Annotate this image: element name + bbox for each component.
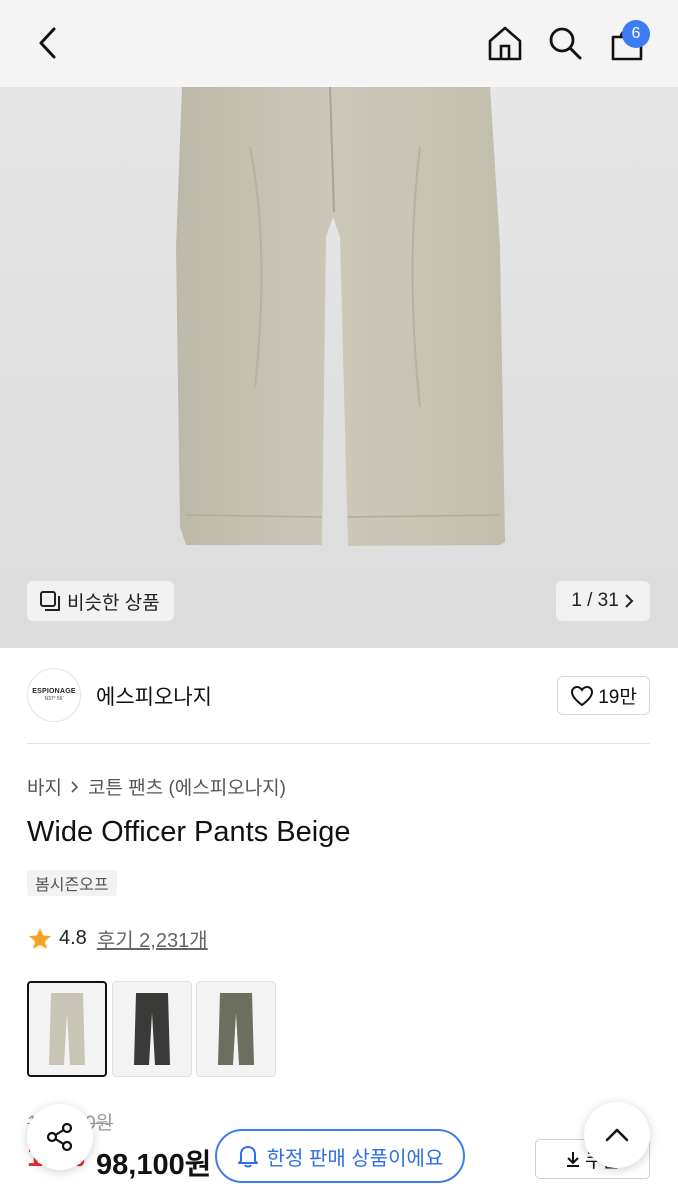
limited-sale-label: 한정 판매 상품이에요 bbox=[266, 1147, 444, 1170]
top-app-bar bbox=[0, 0, 678, 87]
home-icon bbox=[488, 26, 522, 61]
breadcrumb-subcategory[interactable]: 코튼 팬츠 (에스피오나지) bbox=[88, 773, 286, 800]
search-button[interactable] bbox=[542, 20, 588, 66]
rating-score: 4.8 bbox=[59, 927, 87, 949]
cart-count-badge: 6 bbox=[622, 20, 650, 48]
color-option-black[interactable] bbox=[112, 981, 192, 1077]
share-icon bbox=[46, 1122, 73, 1152]
pants-thumbnail bbox=[49, 993, 85, 1065]
brand-name-link[interactable]: 에스피오나지 bbox=[96, 681, 212, 711]
color-option-olive[interactable] bbox=[196, 981, 276, 1077]
bell-icon bbox=[237, 1146, 258, 1168]
image-counter-text: 1 / 31 bbox=[571, 590, 619, 611]
brand-logo-subtext: N37° 56' bbox=[44, 696, 64, 702]
back-button[interactable] bbox=[25, 20, 71, 66]
like-count: 19만 bbox=[598, 687, 637, 708]
image-counter[interactable]: 1 / 31 bbox=[556, 581, 650, 621]
heart-icon bbox=[571, 685, 594, 706]
like-button[interactable]: 19만 bbox=[557, 676, 650, 715]
rating-row: 4.8 후기 2,231개 bbox=[27, 924, 208, 953]
chevron-up-icon bbox=[605, 1128, 629, 1142]
search-icon bbox=[549, 27, 582, 60]
similar-products-button[interactable]: 비슷한 상품 bbox=[27, 581, 174, 621]
divider bbox=[27, 743, 650, 744]
chevron-right-icon bbox=[625, 594, 634, 608]
similar-products-label: 비슷한 상품 bbox=[67, 592, 160, 614]
limited-sale-banner[interactable]: 한정 판매 상품이에요 bbox=[215, 1129, 465, 1183]
product-title: Wide Officer Pants Beige bbox=[27, 816, 351, 848]
similar-items-icon bbox=[40, 591, 60, 611]
scroll-to-top-button[interactable] bbox=[584, 1102, 650, 1168]
star-icon bbox=[29, 927, 51, 949]
home-button[interactable] bbox=[482, 20, 528, 66]
color-option-beige[interactable] bbox=[27, 981, 107, 1077]
download-icon bbox=[567, 1152, 580, 1167]
brand-logo-text: ESPIONAGE bbox=[32, 688, 76, 695]
pants-image bbox=[176, 87, 505, 546]
breadcrumb: 바지 코튼 팬츠 (에스피오나지) bbox=[27, 773, 286, 800]
pants-thumbnail bbox=[218, 993, 254, 1065]
product-image[interactable] bbox=[0, 87, 678, 648]
brand-logo[interactable]: ESPIONAGE N37° 56' bbox=[27, 668, 81, 722]
share-button[interactable] bbox=[27, 1104, 93, 1170]
season-tag: 봄시즌오프 bbox=[27, 870, 117, 896]
reviews-link[interactable]: 후기 2,231개 bbox=[97, 924, 208, 953]
chevron-left-icon bbox=[39, 27, 56, 59]
pants-thumbnail bbox=[134, 993, 170, 1065]
sale-price: 98,100원 bbox=[96, 1149, 212, 1181]
breadcrumb-category[interactable]: 바지 bbox=[27, 773, 62, 800]
chevron-right-icon bbox=[71, 780, 79, 793]
